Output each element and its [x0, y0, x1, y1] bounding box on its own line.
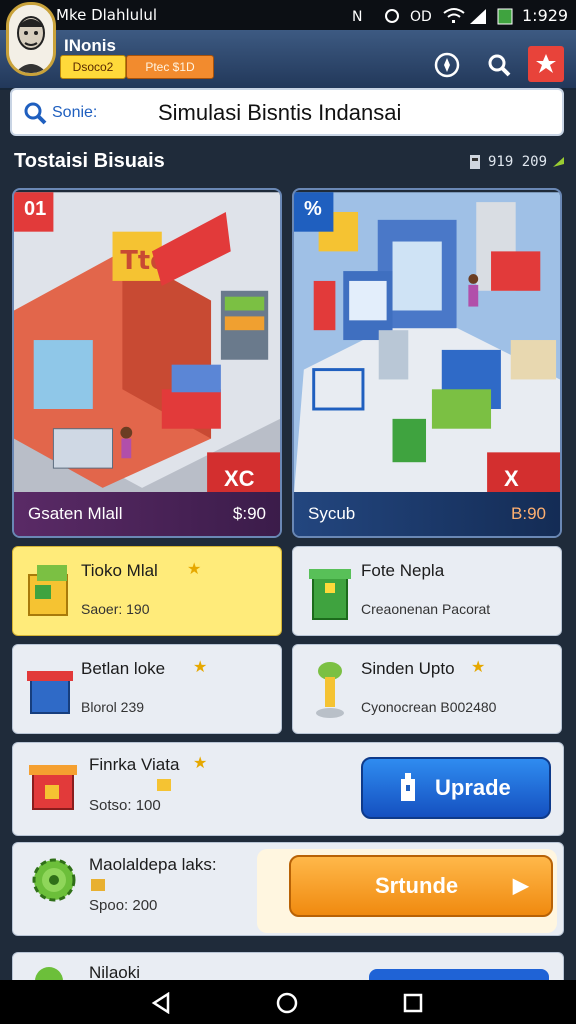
alarm-icon [385, 9, 399, 23]
status-icons: N OD [352, 8, 513, 25]
gear-icon [32, 858, 76, 902]
alert-button[interactable] [528, 46, 564, 82]
section-title: Tostaisi Bisuais [14, 150, 165, 172]
featured-footer: Sycub B:90 [294, 492, 560, 536]
trend-up-icon [553, 157, 564, 167]
coin-icon [157, 779, 171, 791]
balance-value: 919 209 [488, 154, 548, 170]
coins-chip[interactable]: Ptec $1D [126, 55, 214, 79]
trash-bin-icon [309, 569, 351, 620]
row-name: Maolaldepa laks: [89, 855, 217, 874]
upgrade-button-label: Uprade [435, 775, 511, 800]
upgrade-button[interactable]: Uprade [361, 757, 551, 819]
alert-icon [536, 54, 556, 73]
featured-price: B:90 [511, 504, 546, 523]
tile-fote[interactable]: Fote Nepla Creaonenan Pacorat [292, 546, 562, 636]
tile-name: Tioko Mlal [81, 561, 158, 580]
recents-icon[interactable] [402, 992, 424, 1014]
featured-footer: Gsaten Mlall $:90 [14, 492, 280, 536]
featured-price: $:90 [232, 504, 266, 523]
search-icon [488, 54, 511, 77]
supermarket-scene-illustration [294, 192, 560, 494]
tile-sub: Cyonocrean B002480 [361, 699, 497, 715]
tile-betlan[interactable]: Betlan loke ★ Blorol 239 [12, 644, 282, 734]
row-maolaldepa[interactable]: Maolaldepa laks: Spoo: 200 Srtunde ▶ [12, 842, 564, 936]
avatar[interactable] [6, 2, 56, 76]
wifi-icon [443, 8, 465, 18]
trophy-icon [316, 662, 344, 718]
status-carrier: Mke Dlahlulul [56, 6, 158, 24]
building-icon [401, 773, 415, 801]
featured-badge: 01 [24, 198, 47, 220]
tile-name: Sinden Upto [361, 659, 455, 678]
tile-sinden[interactable]: Sinden Upto ★ Cyonocrean B002480 [292, 644, 562, 734]
search-button[interactable] [482, 48, 516, 82]
status-time: 1:929 [522, 6, 569, 25]
tile-toko[interactable]: Tioko Mlal ★ Saoer: 190 [12, 546, 282, 636]
app-name: INonis [64, 36, 116, 55]
back-icon[interactable] [150, 992, 172, 1014]
system-nav-bar [0, 980, 576, 1024]
featured-badge: % [304, 198, 322, 220]
row-sub: Sotso: 100 [89, 797, 161, 814]
balance-icon [470, 155, 480, 169]
signal-icon [470, 9, 486, 24]
store-box-icon [28, 565, 68, 616]
search-label: Sonie: [52, 104, 98, 121]
tile-name: Fote Nepla [361, 561, 445, 580]
featured-corner-label: X [504, 466, 519, 491]
featured-card-store[interactable]: Tto 01 XC Gsaten Mlall $:90 [12, 188, 282, 538]
mute-icon: N [352, 9, 362, 25]
start-button-label: Srtunde [375, 873, 459, 898]
star-icon: ★ [193, 659, 208, 676]
coin-icon [91, 879, 105, 891]
home-icon[interactable] [276, 992, 298, 1014]
featured-corner-label: XC [224, 466, 255, 491]
search-bar[interactable]: Sonie: Simulasi Bisntis Indansai [10, 88, 564, 136]
start-button[interactable]: Srtunde ▶ [289, 855, 553, 917]
battery-icon [497, 8, 513, 25]
compass-icon [434, 52, 460, 78]
star-icon: ★ [187, 561, 202, 578]
loop-icon: OD [410, 9, 432, 25]
avatar-portrait-icon [9, 5, 53, 73]
featured-name: Gsaten Mlall [28, 504, 123, 523]
tile-sub: Blorol 239 [81, 699, 145, 715]
tile-name: Betlan loke [81, 659, 166, 678]
search-field-icon [24, 102, 47, 125]
search-input[interactable]: Simulasi Bisntis Indansai [158, 100, 401, 126]
shop-icon [29, 765, 77, 810]
tile-sub: Creaonenan Pacorat [361, 601, 491, 617]
star-icon: ★ [471, 659, 486, 676]
tile-sub: Saoer: 190 [81, 601, 150, 617]
row-sub: Spoo: 200 [89, 897, 158, 914]
status-bar: Mke Dlahlulul N OD 1:929 [0, 0, 576, 30]
level-chip[interactable]: Dsoco2 [60, 55, 126, 79]
play-icon: ▶ [513, 875, 529, 897]
row-finrka[interactable]: Finrka Viata ★ Sotso: 100 Uprade [12, 742, 564, 836]
featured-card-supermarket[interactable]: % X Sycub B:90 [292, 188, 562, 538]
basket-icon [27, 671, 73, 714]
featured-name: Sycub [308, 504, 356, 523]
star-icon: ★ [193, 755, 208, 772]
store-scene-illustration: Tto [14, 192, 280, 494]
compass-button[interactable] [430, 48, 464, 82]
row-name: Finrka Viata [89, 755, 180, 774]
